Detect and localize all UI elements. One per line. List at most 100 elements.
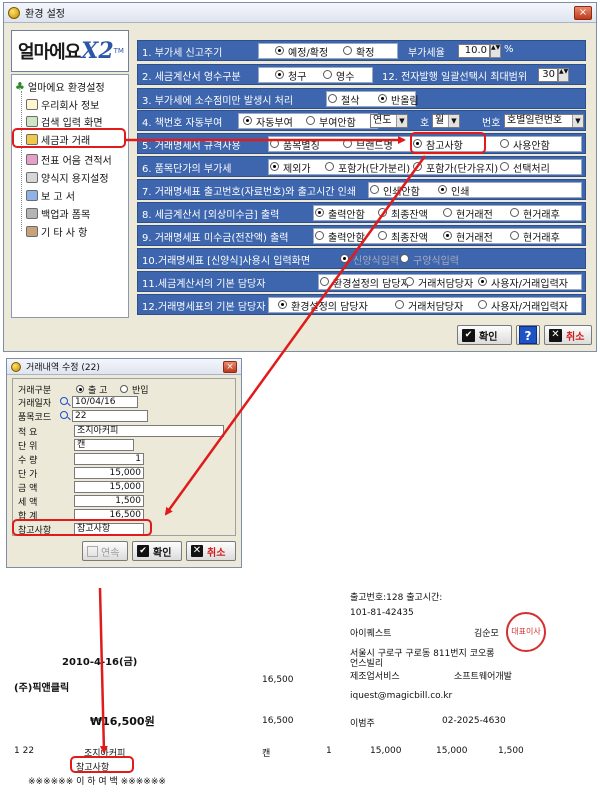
bulk-range-input[interactable]: 30 — [538, 68, 558, 82]
option-radio[interactable] — [275, 46, 284, 55]
tree-item-etc[interactable]: 기 타 사 항 — [26, 223, 87, 239]
option-radio[interactable] — [270, 139, 279, 148]
chevron-down-icon[interactable]: ▼ — [572, 115, 583, 127]
tree-item-form[interactable]: 양식지 용지설정 — [26, 169, 109, 185]
continuous-icon — [87, 545, 98, 557]
field-label: 품목코드 — [18, 413, 52, 423]
option-text: 선택처리 — [513, 164, 550, 175]
option-radio[interactable] — [443, 231, 452, 240]
book-no-sel3-label: 번호 — [482, 118, 501, 129]
option-radio[interactable] — [438, 185, 447, 194]
tree-root[interactable]: ♣ 얼마에요 환경설정 — [15, 78, 105, 94]
option-radio[interactable] — [378, 94, 387, 103]
option-radio[interactable] — [378, 231, 387, 240]
option-radio[interactable] — [500, 139, 509, 148]
field-input[interactable]: 22 — [72, 410, 148, 422]
option-text: 구양식입력 — [413, 256, 459, 267]
option-row-7: 7. 거래명세표 출고번호(자료번호)와 출고시간 인쇄 인쇄안함 인쇄 — [137, 179, 586, 200]
select-value: 월 — [435, 115, 445, 126]
option-text: 확정 — [356, 48, 375, 59]
option-text: 자동부여 — [256, 118, 293, 129]
cancel-label: 취소 — [566, 331, 585, 343]
option-radio[interactable] — [405, 277, 414, 286]
tree-item-voucher[interactable]: 전표 어음 견적서 — [26, 151, 112, 167]
field-input[interactable]: 10/04/16 — [72, 396, 138, 408]
app-icon — [8, 6, 20, 19]
option-text: 사용안함 — [513, 141, 550, 152]
option-radio[interactable] — [500, 162, 509, 171]
field-input[interactable]: 15,000 — [74, 467, 144, 479]
chevron-down-icon[interactable]: ▼ — [396, 115, 407, 127]
edit-close-button[interactable]: × — [223, 360, 237, 373]
option-radio[interactable] — [323, 70, 332, 79]
option-radio[interactable] — [325, 162, 334, 171]
settings-titlebar[interactable]: 환경 설정 × — [4, 3, 596, 23]
option-radio[interactable] — [510, 208, 519, 217]
option-radio[interactable] — [478, 300, 487, 309]
field-input[interactable]: 1,500 — [74, 495, 144, 507]
bulk-range-spinner[interactable]: ▲▼ — [558, 68, 569, 82]
field-input[interactable]: 조지아커피 — [74, 425, 224, 437]
edit-cancel-button[interactable]: ✕ 취소 — [186, 541, 236, 561]
field-input[interactable]: 1 — [74, 453, 144, 465]
help-button[interactable]: ? — [516, 325, 540, 345]
field-input[interactable]: 15,000 — [74, 481, 144, 493]
tree-item-label: 보 고 서 — [41, 191, 75, 203]
vat-rate-spinner[interactable]: ▲▼ — [490, 44, 501, 58]
option-radio[interactable] — [243, 116, 252, 125]
book-no-sel3-select[interactable]: 호별일련번호 ▼ — [504, 114, 584, 128]
tree-item-report[interactable]: 보 고 서 — [26, 187, 75, 203]
type-radio-return[interactable] — [120, 385, 128, 393]
edit-ok-button[interactable]: ✔ 확인 — [132, 541, 182, 561]
type-radio-out[interactable] — [76, 385, 84, 393]
continuous-button[interactable]: 연속 — [82, 541, 128, 561]
option-radio[interactable] — [370, 185, 379, 194]
close-button[interactable]: × — [574, 5, 592, 20]
option-row-5: 5. 거래명세서 규격사용 품목별칭 브랜드명 참고사항 사용안함 — [137, 133, 586, 154]
option-row-label: 10.거래명세표 [신양식]사용시 입력화면 — [142, 256, 311, 267]
option-radio[interactable] — [278, 300, 287, 309]
option-radio[interactable] — [395, 300, 404, 309]
option-radio[interactable] — [270, 162, 279, 171]
option-text: 거래처담당자 — [418, 279, 474, 290]
backup-icon — [26, 207, 38, 219]
settings-cancel-button[interactable]: ✕ 취소 — [544, 325, 592, 345]
option-radio[interactable] — [275, 70, 284, 79]
option-radio[interactable] — [328, 94, 337, 103]
settings-ok-button[interactable]: ✔ 확인 — [457, 325, 512, 345]
company-seal-icon: 대표이사 — [506, 612, 546, 652]
option-radio[interactable] — [306, 116, 315, 125]
option-radio[interactable] — [343, 139, 352, 148]
option-radio[interactable] — [320, 277, 329, 286]
option-radio[interactable] — [510, 231, 519, 240]
logo-text: 얼마에요 — [18, 42, 81, 63]
invoice-biz-no: 101-81-42435 — [350, 608, 414, 618]
date-search-icon[interactable] — [60, 397, 68, 405]
option-radio[interactable] — [315, 231, 324, 240]
tree-item-search[interactable]: 검색 입력 화면 — [26, 113, 103, 129]
option-radio[interactable] — [478, 277, 487, 286]
chevron-down-icon[interactable]: ▼ — [448, 115, 459, 127]
option-radio[interactable] — [343, 46, 352, 55]
code-search-icon[interactable] — [60, 411, 68, 419]
option-radio[interactable] — [378, 208, 387, 217]
option-text: 환경설정의 담당자 — [291, 302, 368, 313]
tree-item-company[interactable]: 우리회사 정보 — [26, 96, 99, 112]
option-radio[interactable] — [443, 208, 452, 217]
tree-item-backup[interactable]: 백업과 폼목 — [26, 205, 90, 221]
highlight-tree-item — [12, 128, 126, 148]
option-radio[interactable] — [413, 162, 422, 171]
vat-rate-input[interactable]: 10.0 — [458, 44, 490, 58]
line-no: 1 22 — [14, 746, 35, 756]
invoice-total: ₩16,500원 — [90, 715, 155, 728]
option-radio[interactable] — [315, 208, 324, 217]
option-row-label: 5. 거래명세서 규격사용 — [142, 141, 241, 152]
line-tax: 1,500 — [498, 746, 524, 756]
book-no-sel1-select[interactable]: 연도 ▼ — [370, 114, 408, 128]
option-row-label: 1. 부가세 신고주기 — [142, 48, 223, 59]
field-input[interactable]: 캔 — [74, 439, 134, 451]
book-no-sel2-select[interactable]: 월 ▼ — [432, 114, 460, 128]
edit-ok-label: 확인 — [153, 547, 172, 559]
edit-titlebar[interactable]: 거래내역 수정 (22) × — [7, 359, 241, 375]
vat-rate-unit: % — [504, 44, 514, 55]
